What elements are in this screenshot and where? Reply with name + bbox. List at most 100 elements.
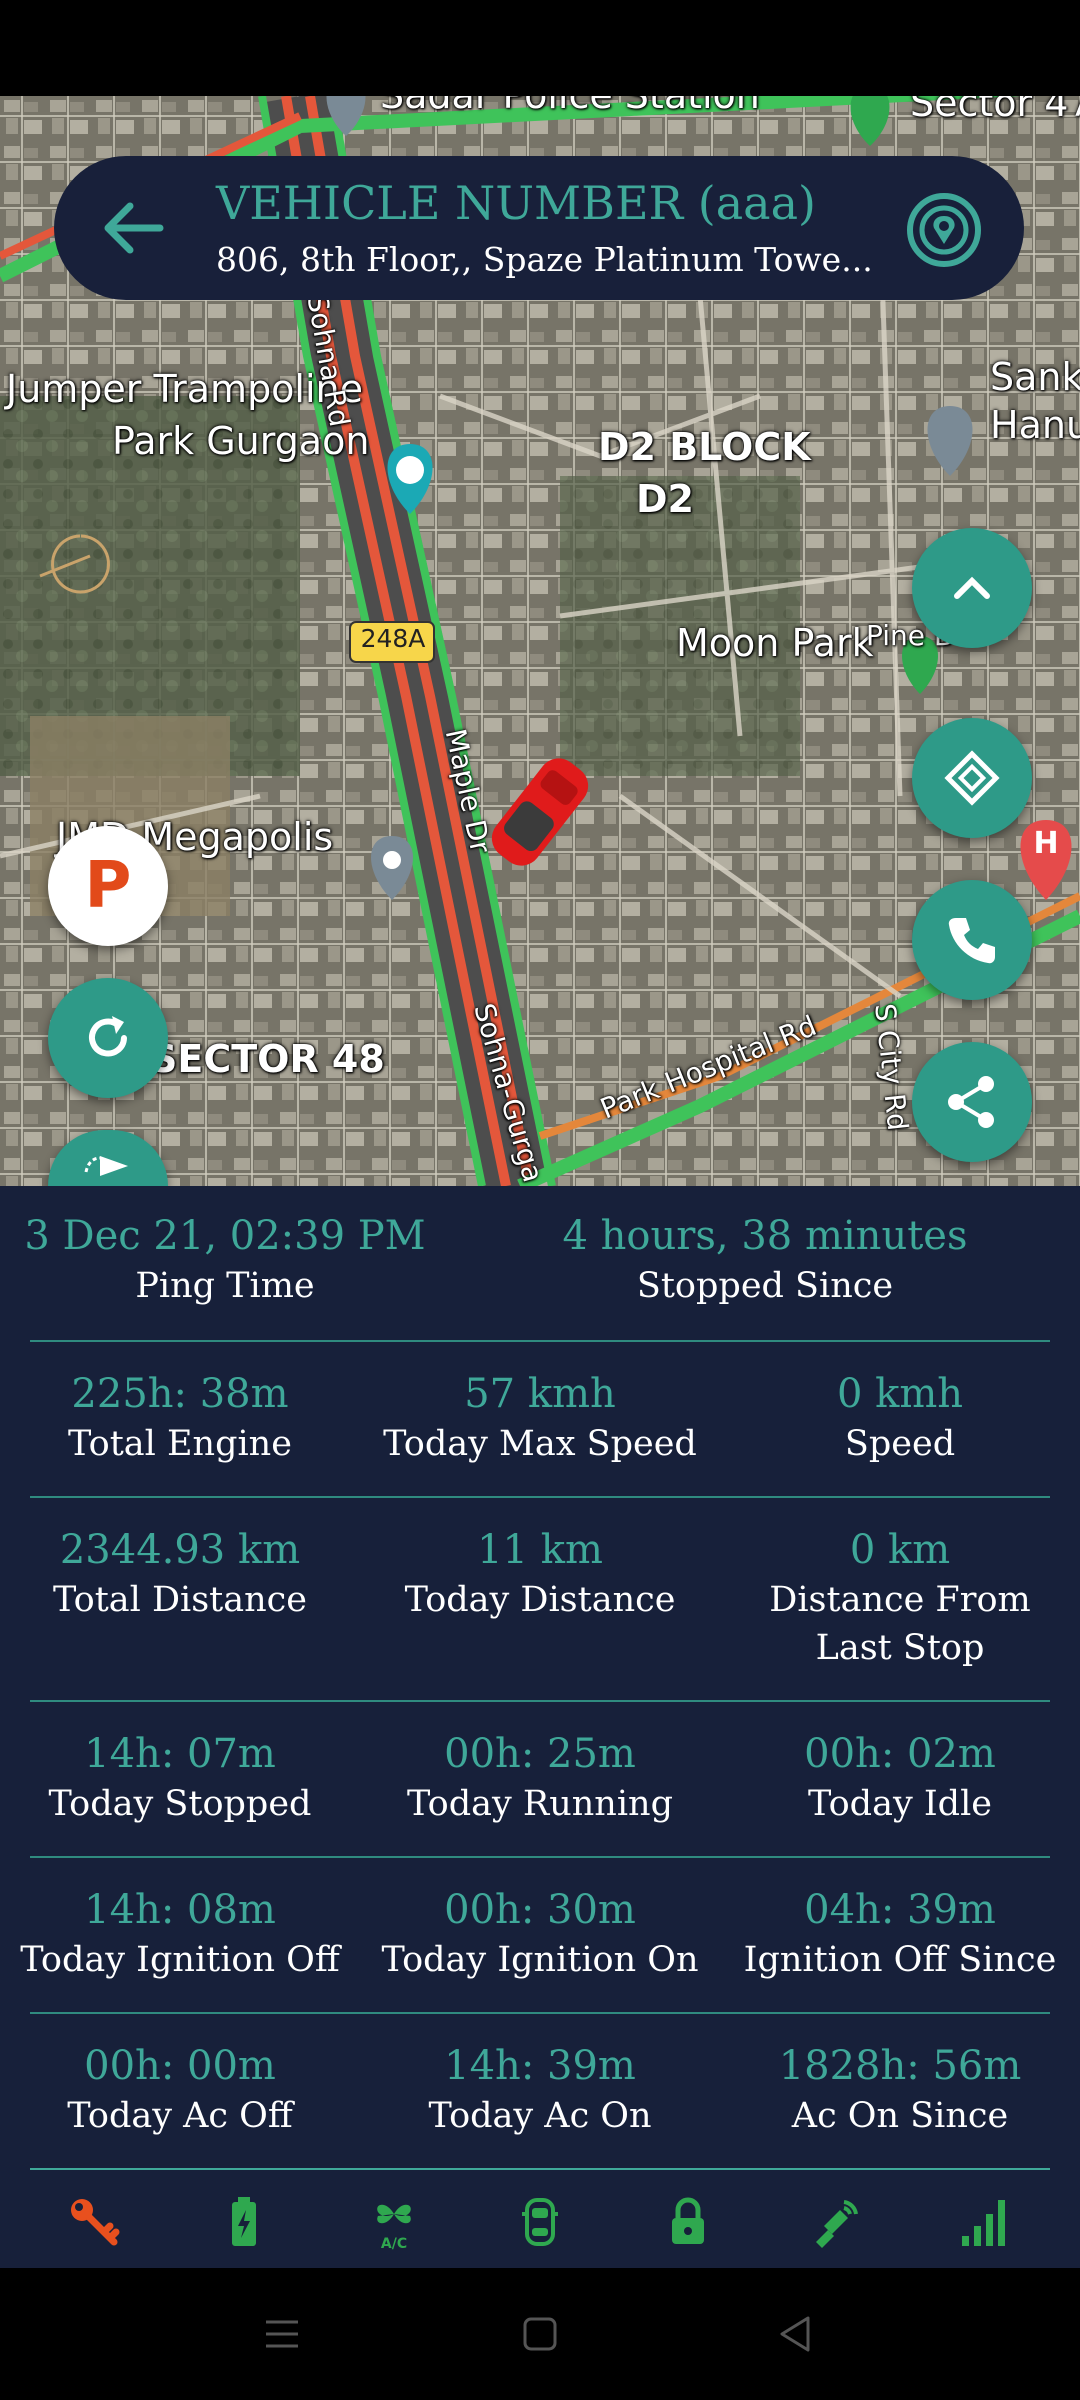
location-target-icon	[907, 193, 981, 267]
hospital-marker-label: H	[1033, 826, 1059, 861]
stat-speed: 0 kmh Speed	[720, 1368, 1080, 1468]
divider	[30, 1340, 1050, 1342]
stat-value: 14h: 08m	[84, 1887, 276, 1933]
stat-distance-from-last-stop: 0 km Distance From Last Stop	[750, 1524, 1050, 1672]
map-label-jumper-line1: Jumper Trampoline	[6, 367, 364, 411]
stat-label: Distance From Last Stop	[769, 1580, 1031, 1668]
divider	[30, 1496, 1050, 1498]
divider	[30, 1856, 1050, 1858]
stat-value: 00h: 30m	[444, 1887, 636, 1933]
divider	[30, 2168, 1050, 2170]
stat-value: 1828h: 56m	[778, 2043, 1022, 2089]
share-icon	[948, 1076, 994, 1128]
share-button[interactable]	[912, 1042, 1032, 1162]
stat-label: Today Stopped	[48, 1784, 312, 1824]
stat-label: Today Ignition On	[381, 1940, 699, 1980]
recent-apps-icon[interactable]	[262, 2314, 302, 2354]
stat-today-max-speed: 57 kmh Today Max Speed	[360, 1368, 720, 1468]
stat-value: 2344.93 km	[59, 1527, 301, 1573]
stat-value: 4 hours, 38 minutes	[562, 1213, 968, 1259]
stat-total-engine: 225h: 38m Total Engine	[0, 1368, 360, 1468]
parking-letter: P	[84, 849, 132, 923]
vehicle-stats-panel: 3 Dec 21, 02:39 PM Ping Time 4 hours, 38…	[0, 1186, 1080, 2268]
map-label-sector-47: Sector 47	[910, 96, 1080, 125]
live-location-button[interactable]	[904, 190, 984, 270]
vehicle-title: VEHICLE NUMBER (aaa)	[216, 176, 816, 230]
phone-icon	[948, 918, 995, 964]
map-label-hanu: Hanu	[990, 403, 1080, 447]
network-signal-icon	[962, 2200, 1005, 2246]
stat-value: 00h: 02m	[804, 1731, 996, 1777]
stat-label: Total Engine	[68, 1424, 292, 1464]
map-label-sector-48: SECTOR 48	[150, 1037, 385, 1081]
stat-label: Ping Time	[135, 1266, 315, 1306]
map-label-sank: Sank	[990, 355, 1080, 399]
stat-today-running: 00h: 25m Today Running	[360, 1728, 720, 1828]
home-icon[interactable]	[520, 2314, 560, 2354]
back-button[interactable]	[100, 196, 170, 260]
vehicle-address: 806, 8th Floor,, Spaze Platinum Towe...	[216, 240, 873, 279]
stat-label: Speed	[844, 1424, 956, 1464]
stat-label: Today Distance	[404, 1580, 676, 1620]
navigate-arrow-icon	[84, 1156, 128, 1176]
stat-value: 04h: 39m	[804, 1887, 996, 1933]
back-arrow-icon	[104, 202, 164, 254]
ignition-key-icon	[71, 2199, 120, 2246]
vehicle-status-icons: A/C	[0, 2172, 1080, 2268]
stat-value: 0 km	[849, 1527, 951, 1573]
stat-label: Today Ac On	[428, 2096, 652, 2136]
stat-label: Today Ignition Off	[20, 1940, 340, 1980]
back-nav-icon[interactable]	[776, 2314, 816, 2354]
directions-button[interactable]	[912, 718, 1032, 838]
stat-label: Today Ac Off	[67, 2096, 293, 2136]
stat-today-idle: 00h: 02m Today Idle	[720, 1728, 1080, 1828]
stat-label: Ac On Since	[791, 2096, 1009, 2136]
stat-today-stopped: 14h: 07m Today Stopped	[0, 1728, 360, 1828]
stat-value: 57 kmh	[464, 1371, 616, 1417]
stat-label: Stopped Since	[636, 1266, 894, 1306]
system-navigation-bar	[0, 2268, 1080, 2400]
car-door-icon	[522, 2198, 558, 2246]
stat-ac-on-since: 1828h: 56m Ac On Since	[720, 2040, 1080, 2140]
map-label-d2-block: D2 BLOCK	[598, 425, 811, 469]
ac-fan-icon: A/C	[377, 2204, 411, 2250]
stat-today-ac-on: 14h: 39m Today Ac On	[360, 2040, 720, 2140]
refresh-button[interactable]	[48, 978, 168, 1098]
status-bar	[0, 0, 1080, 96]
stat-total-distance: 2344.93 km Total Distance	[0, 1524, 360, 1624]
stat-ping-time: 3 Dec 21, 02:39 PM Ping Time	[0, 1210, 450, 1310]
map-label-police-station: Sadar Police Station	[380, 96, 760, 118]
divider	[30, 2012, 1050, 2014]
stat-label: Today Max Speed	[383, 1424, 697, 1464]
stat-value: 225h: 38m	[71, 1371, 289, 1417]
stat-label: Today Idle	[807, 1784, 992, 1824]
directions-diamond-icon	[944, 750, 1000, 806]
chevron-up-icon	[954, 576, 990, 599]
parking-button[interactable]: P	[48, 826, 168, 946]
battery-icon	[232, 2197, 256, 2246]
expand-up-button[interactable]	[912, 528, 1032, 648]
call-button[interactable]	[912, 880, 1032, 1000]
divider	[30, 1700, 1050, 1702]
gps-signal-icon	[816, 2200, 858, 2248]
stat-value: 14h: 07m	[84, 1731, 276, 1777]
refresh-icon	[89, 1016, 127, 1057]
stat-label: Today Running	[407, 1784, 673, 1824]
map-label-moon-park: Moon Park	[676, 621, 874, 665]
stat-value: 3 Dec 21, 02:39 PM	[24, 1213, 426, 1259]
stat-value: 11 km	[477, 1527, 603, 1573]
stat-label: Total Distance	[53, 1580, 307, 1620]
stat-today-ignition-off: 14h: 08m Today Ignition Off	[0, 1884, 360, 1984]
lock-icon	[672, 2197, 704, 2244]
map-label-d2: D2	[636, 477, 694, 521]
stat-value: 0 kmh	[836, 1371, 964, 1417]
stat-stopped-since: 4 hours, 38 minutes Stopped Since	[520, 1210, 1010, 1310]
ac-text: A/C	[381, 2236, 407, 2250]
stat-value: 14h: 39m	[444, 2043, 636, 2089]
stat-ignition-off-since: 04h: 39m Ignition Off Since	[720, 1884, 1080, 1984]
stat-label: Ignition Off Since	[743, 1940, 1057, 1980]
stat-value: 00h: 00m	[84, 2043, 276, 2089]
stat-today-ac-off: 00h: 00m Today Ac Off	[0, 2040, 360, 2140]
stat-today-distance: 11 km Today Distance	[360, 1524, 720, 1624]
road-badge-248a: 248A	[360, 624, 426, 653]
